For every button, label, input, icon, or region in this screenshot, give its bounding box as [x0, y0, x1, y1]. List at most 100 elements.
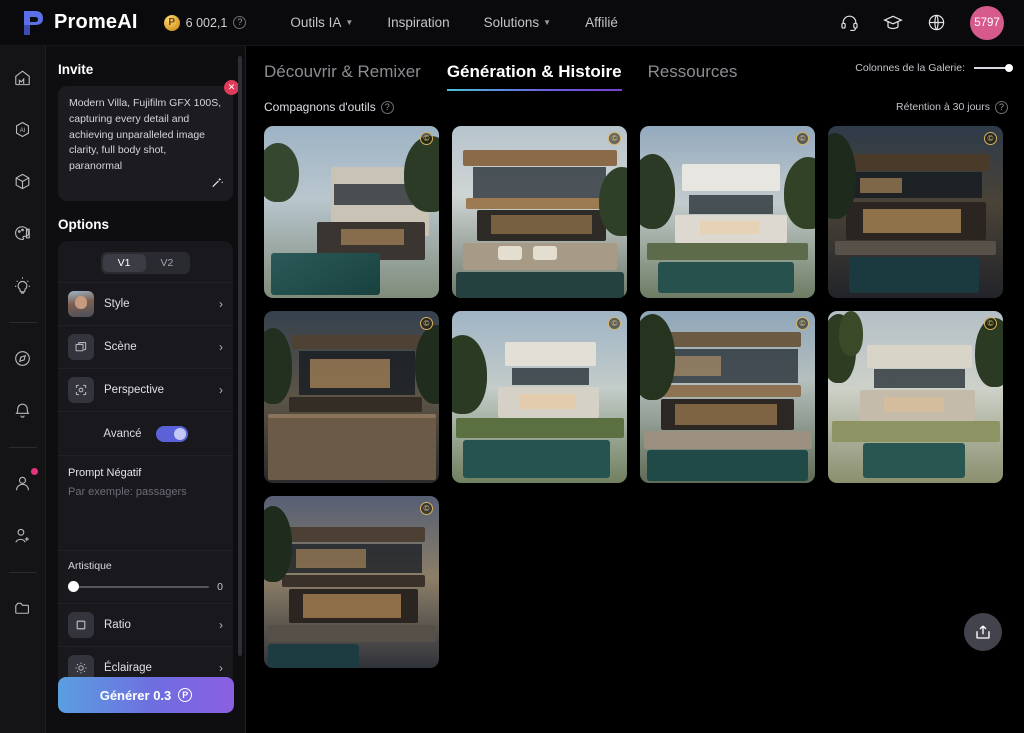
prompt-input[interactable]: Modern Villa, Fujifilm GFX 100S, capturi…	[58, 80, 239, 201]
support-headset-icon[interactable]	[840, 13, 859, 32]
copyright-badge: ©	[796, 132, 809, 145]
artistic-slider[interactable]	[68, 580, 210, 592]
gallery-card-villa-twilight-overhang[interactable]: ©	[264, 496, 439, 668]
tab-ressources[interactable]: Ressources	[648, 56, 738, 91]
negative-prompt-input[interactable]: Par exemple: passagers	[68, 486, 223, 498]
main-content: Découvrir & Remixer Génération & Histoir…	[246, 46, 1024, 733]
gallery-card-villa-evening-lit-pool[interactable]: ©	[828, 126, 1003, 298]
avatar[interactable]: 5797	[970, 5, 1004, 40]
copyright-badge: ©	[608, 132, 621, 145]
tab-decouvrir-remixer[interactable]: Découvrir & Remixer	[264, 56, 421, 91]
copyright-badge: ©	[420, 132, 433, 145]
rail-item-ideas[interactable]	[6, 268, 40, 302]
cube-3d-icon	[15, 173, 30, 189]
tab-generation-histoire[interactable]: Génération & Histoire	[446, 56, 622, 91]
copyright-badge: ©	[420, 502, 433, 515]
panel-scrollbar[interactable]	[238, 56, 242, 656]
option-row-perspective[interactable]: Perspective ›	[58, 367, 233, 411]
gallery-card-villa-wood-canopy-terrace[interactable]: ©	[452, 126, 627, 298]
rail-divider	[8, 447, 37, 448]
help-icon[interactable]: ?	[995, 100, 1008, 114]
rail-item-explore[interactable]	[6, 341, 40, 375]
generate-label: Générer 0.3	[99, 687, 172, 703]
left-rail: AI	[0, 46, 46, 733]
option-row-scene[interactable]: Scène ›	[58, 324, 233, 368]
rail-item-home[interactable]	[6, 60, 40, 94]
gallery-card-villa-modern-lawn-pool[interactable]: ©	[452, 311, 627, 483]
folder-icon	[15, 602, 29, 614]
gallery-columns-slider[interactable]	[974, 64, 1013, 72]
notification-dot	[30, 468, 38, 475]
chevron-down-icon: ▼	[345, 18, 354, 27]
credits-display[interactable]: P 6 002,1 ?	[163, 14, 247, 31]
prompt-value: Modern Villa, Fujifilm GFX 100S, capturi…	[69, 97, 222, 172]
credits-value: 6 002,1	[185, 15, 228, 30]
chevron-down-icon: ▼	[543, 18, 552, 27]
advanced-toggle-row: Avancé	[58, 410, 233, 455]
svg-text:AI: AI	[20, 127, 26, 133]
gallery-card-villa-pool-daylight[interactable]: ©	[264, 126, 439, 298]
version-tab-v2[interactable]: V2	[146, 254, 189, 272]
graduation-cap-icon[interactable]	[883, 13, 903, 33]
advanced-label: Avancé	[103, 427, 142, 440]
artistic-slider-handle[interactable]	[68, 580, 79, 592]
share-export-icon	[976, 625, 990, 639]
rail-item-notifications[interactable]	[6, 393, 40, 427]
help-icon[interactable]: ?	[380, 100, 394, 114]
gallery-subtitle: Compagnons d'outils ?	[264, 100, 394, 114]
nav-item-inspiration[interactable]: Inspiration	[387, 15, 449, 30]
retention-note: Rétention à 30 jours ?	[896, 100, 1008, 114]
nav-item-outils-ia[interactable]: Outils IA ▼	[290, 15, 353, 30]
gallery-columns-control: Colonnes de la Galerie:	[855, 62, 1013, 74]
option-row-ratio[interactable]: Ratio ›	[58, 602, 233, 646]
nav-item-affilie[interactable]: Affilié	[585, 15, 618, 30]
palette-icon	[15, 225, 30, 240]
top-bar: PromeAI P 6 002,1 ? Outils IA ▼ Inspirat…	[0, 0, 1024, 46]
copyright-badge: ©	[984, 317, 997, 330]
chevron-right-icon: ›	[219, 339, 223, 354]
gallery-card-villa-corner-glass-pool[interactable]: ©	[640, 311, 815, 483]
magic-wand-icon[interactable]	[211, 176, 224, 194]
option-label: Ratio	[104, 618, 131, 631]
rail-item-ai[interactable]: AI	[6, 112, 40, 146]
artistic-value: 0	[217, 580, 223, 593]
close-icon[interactable]: ✕	[224, 80, 239, 95]
gallery-card-villa-palm-courtyard[interactable]: ©	[828, 311, 1003, 483]
share-export-button[interactable]	[964, 613, 1002, 651]
rail-item-invite-friends[interactable]	[6, 518, 40, 552]
option-row-style[interactable]: Style ›	[58, 281, 233, 325]
brand[interactable]: PromeAI	[22, 10, 138, 36]
advanced-toggle[interactable]	[155, 425, 188, 442]
gallery-columns-label: Colonnes de la Galerie:	[855, 62, 965, 74]
option-label: Style	[104, 297, 130, 310]
copyright-badge: ©	[608, 317, 621, 330]
user-icon	[16, 476, 29, 490]
perspective-focus-icon	[68, 376, 94, 403]
add-user-icon	[15, 528, 29, 543]
rail-item-palette[interactable]	[6, 216, 40, 250]
gallery-card-villa-white-box-pool[interactable]: ©	[640, 126, 815, 298]
negative-prompt-block: Prompt Négatif Par exemple: passagers	[58, 454, 233, 550]
negative-prompt-title: Prompt Négatif	[68, 466, 142, 479]
chevron-right-icon: ›	[219, 382, 223, 397]
generate-button[interactable]: Générer 0.3 P	[58, 677, 234, 713]
rail-item-3d[interactable]	[6, 164, 40, 198]
gallery-card-villa-dusk-deck[interactable]: ©	[264, 311, 439, 483]
option-label: Scène	[104, 340, 137, 353]
rail-item-account[interactable]	[6, 466, 40, 500]
option-label: Perspective	[104, 383, 165, 396]
prompt-section-title: Invite	[58, 62, 94, 77]
style-portrait-thumbnail	[68, 290, 94, 317]
gallery-columns-handle[interactable]	[1005, 64, 1013, 72]
globe-language-icon[interactable]	[927, 13, 946, 32]
main-nav: Outils IA ▼ Inspiration Solutions ▼ Affi…	[290, 15, 617, 30]
chevron-right-icon: ›	[219, 617, 223, 632]
nav-item-solutions[interactable]: Solutions ▼	[484, 15, 551, 30]
lightbulb-icon	[14, 276, 31, 294]
coin-icon: P	[163, 14, 180, 31]
rail-item-assets[interactable]	[6, 591, 40, 625]
artistic-slider-block: Artistique 0	[58, 549, 233, 603]
ai-icon: AI	[16, 121, 29, 137]
version-tab-v1[interactable]: V1	[102, 253, 146, 272]
help-icon[interactable]: ?	[233, 16, 247, 29]
